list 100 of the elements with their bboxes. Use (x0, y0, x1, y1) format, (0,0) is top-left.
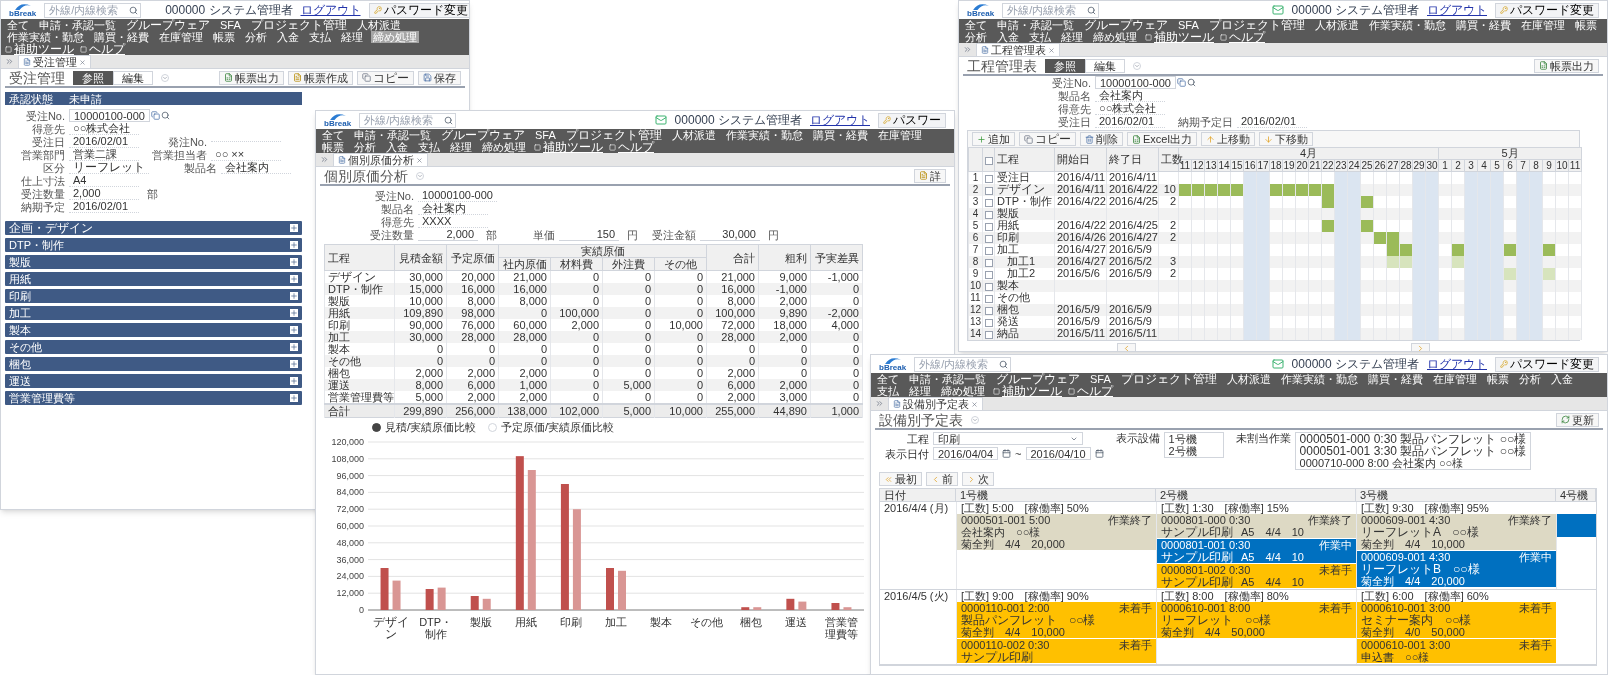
checkbox[interactable] (984, 306, 993, 315)
nav-menu-item[interactable]: 申請・承認一覧 (37, 19, 118, 31)
nav-menu-item[interactable]: 人材派遣 (1312, 19, 1361, 31)
nav-tool-link[interactable]: ヘルプ (1068, 385, 1113, 397)
nav-menu-item[interactable]: 購買・経費 (810, 129, 870, 141)
checkbox[interactable] (984, 282, 993, 291)
section-bar[interactable]: 運送 (5, 374, 302, 388)
sidebar-toggle-icon[interactable] (5, 57, 14, 66)
search-icon[interactable] (444, 115, 454, 125)
schedule-block[interactable]: 0000801-000 0:30 作業終了 サンプル印刷 A5 4/4 10 (1157, 514, 1356, 539)
document-tab[interactable]: 設備別予定表 (888, 397, 983, 410)
toolbar-button[interactable]: 次 (962, 472, 994, 486)
logout-link[interactable]: ログアウト (1427, 358, 1487, 370)
logout-link[interactable]: ログアウト (300, 4, 361, 16)
expand-icon[interactable] (290, 309, 298, 317)
expand-icon[interactable] (290, 326, 298, 334)
nav-menu-item[interactable]: 作業実績・勤怠 (1278, 373, 1360, 385)
checkbox[interactable] (984, 175, 993, 183)
password-button[interactable]: パスワード変更 (1495, 356, 1599, 372)
nav-menu-item[interactable]: 入金 (1548, 373, 1575, 385)
section-bar[interactable]: 企画・デザイン (5, 221, 302, 235)
mode-tab[interactable]: 参照 (73, 70, 113, 85)
schedule-block[interactable]: 0000610-001 8:00 未着手 リーフレット ○○様 菊全判 4/4 50,000 (1157, 602, 1356, 639)
toolbar-button[interactable]: 帳票作成 (288, 70, 353, 85)
input-field[interactable]: 10000100-000 (1095, 76, 1176, 89)
section-bar[interactable]: 印刷 (5, 289, 302, 303)
nav-menu-item[interactable]: 経理 (1059, 31, 1085, 43)
section-bar[interactable]: 加工 (5, 306, 302, 320)
nav-menu-item[interactable]: 作業実績・勤怠 (5, 31, 86, 43)
toolbar-button[interactable]: 帳票出力 (1534, 58, 1599, 73)
nav-menu-item[interactable]: 経理 (448, 141, 474, 153)
nav-menu-item[interactable]: 人材派遣 (669, 129, 718, 141)
toolbar-button[interactable]: 帳票出力 (219, 70, 284, 85)
nav-menu-item[interactable]: 申請・承認一覧 (352, 129, 433, 141)
search-field[interactable]: 外線/内線検索 (1002, 2, 1100, 18)
nav-tool-link[interactable]: ヘルプ (1220, 31, 1265, 43)
nav-menu-item[interactable]: 分析 (963, 31, 989, 43)
checkbox[interactable] (984, 210, 993, 219)
toolbar-button[interactable]: 最初 (879, 472, 922, 486)
nav-menu-item[interactable]: グループウェア (994, 373, 1082, 385)
mail-icon[interactable] (1271, 358, 1284, 370)
nav-menu-item[interactable]: 在庫管理 (157, 31, 205, 43)
nav-menu-item[interactable]: 経理 (907, 385, 933, 397)
toolbar-button[interactable]: 保存 (418, 70, 461, 85)
nav-tool-link[interactable]: 補助ツール (993, 385, 1062, 397)
list-item[interactable]: 0000501-001 3:30 製品パンフレット ○○様 (1299, 445, 1527, 457)
expand-icon[interactable] (290, 394, 298, 402)
mode-tab[interactable]: 参照 (1045, 58, 1085, 73)
schedule-block[interactable]: 0000610-001 3:00 未着手 セミナー案内 ○○様 菊全判 4/0 50,000 (1357, 602, 1556, 639)
mail-icon[interactable] (1271, 4, 1284, 16)
nav-menu-item[interactable]: 締め処理 (939, 385, 987, 397)
date-field[interactable]: 2016/04/10 (1025, 447, 1091, 460)
search-icon[interactable] (160, 111, 170, 120)
nav-menu-item[interactable]: SFA (1176, 19, 1201, 31)
nav-menu-item[interactable]: 全て (320, 129, 346, 141)
equipment-list[interactable]: 1号機 2号機 (1163, 432, 1224, 458)
date-field[interactable]: 2016/04/04 (933, 447, 999, 460)
nav-menu-item[interactable]: プロジェクト管理 (1118, 373, 1219, 385)
nav-menu-item[interactable]: プロジェクト管理 (563, 129, 664, 141)
toolbar-button[interactable]: コピー (357, 70, 414, 85)
checkbox[interactable] (984, 222, 993, 231)
checkbox[interactable] (984, 318, 993, 327)
checkbox[interactable] (984, 186, 993, 195)
list-item[interactable]: 0000710-000 8:00 会社案内 ○○様 (1299, 457, 1527, 469)
nav-tool-link[interactable]: 補助ツール (534, 141, 603, 153)
nav-menu-item[interactable]: SFA (218, 19, 243, 31)
nav-menu-item[interactable]: 帳票 (211, 31, 237, 43)
nav-menu-item[interactable]: 全て (5, 19, 31, 31)
close-icon[interactable] (971, 400, 978, 408)
search-icon[interactable] (999, 359, 1009, 369)
logout-link[interactable]: ログアウト (1427, 4, 1487, 16)
nav-menu-item[interactable]: 全て (875, 373, 901, 385)
sidebar-toggle-icon[interactable] (320, 155, 329, 164)
schedule-block[interactable]: 0000110-001 2:00 未着手 製品パンフレット ○○様 菊全判 4/4 10,000 (957, 602, 1156, 639)
sidebar-toggle-icon[interactable] (875, 399, 884, 408)
nav-menu-item[interactable]: 支払 (416, 141, 442, 153)
search-field[interactable]: 外線/内線検索 (359, 112, 457, 128)
nav-menu-item[interactable]: SFA (1088, 373, 1113, 385)
list-item[interactable]: 1号機 (1168, 433, 1219, 445)
nav-tool-link[interactable]: ヘルプ (80, 43, 125, 55)
expand-icon[interactable] (290, 275, 298, 283)
previous-page-button[interactable] (1117, 342, 1136, 351)
schedule-block[interactable]: 0000110-002 0:30 未着手 サンプル印刷 (957, 639, 1156, 664)
nav-menu-item[interactable]: 経理 (339, 31, 365, 43)
nav-menu-item[interactable]: 在庫管理 (875, 129, 924, 141)
schedule-block[interactable]: 0000801-002 0:30 未着手 サンプル印刷 A5 4/4 10 (1157, 564, 1356, 589)
schedule-block[interactable]: 0000610-001 3:00 未着手 申込書 ○○様 (1357, 639, 1556, 664)
nav-menu-item[interactable]: プロジェクト管理 (1206, 19, 1307, 31)
search-icon[interactable] (1186, 78, 1196, 87)
list-item[interactable]: 2号機 (1168, 445, 1219, 457)
nav-menu-item[interactable]: 購買・経費 (1453, 19, 1513, 31)
password-button[interactable]: パスワー (878, 112, 946, 128)
nav-menu-item[interactable]: SFA (533, 129, 558, 141)
section-bar[interactable]: 製本 (5, 323, 302, 337)
checkbox[interactable] (984, 198, 993, 207)
schedule-block[interactable]: 0000801-001 0:30 作業中 サンプル印刷 A5 4/4 10 (1157, 539, 1356, 564)
nav-menu-item[interactable]: 人材派遣 (1224, 373, 1273, 385)
nav-menu-item[interactable]: 締め処理 (480, 141, 528, 153)
nav-menu-item[interactable]: 作業実績・勤怠 (1366, 19, 1448, 31)
close-icon[interactable] (416, 156, 423, 164)
